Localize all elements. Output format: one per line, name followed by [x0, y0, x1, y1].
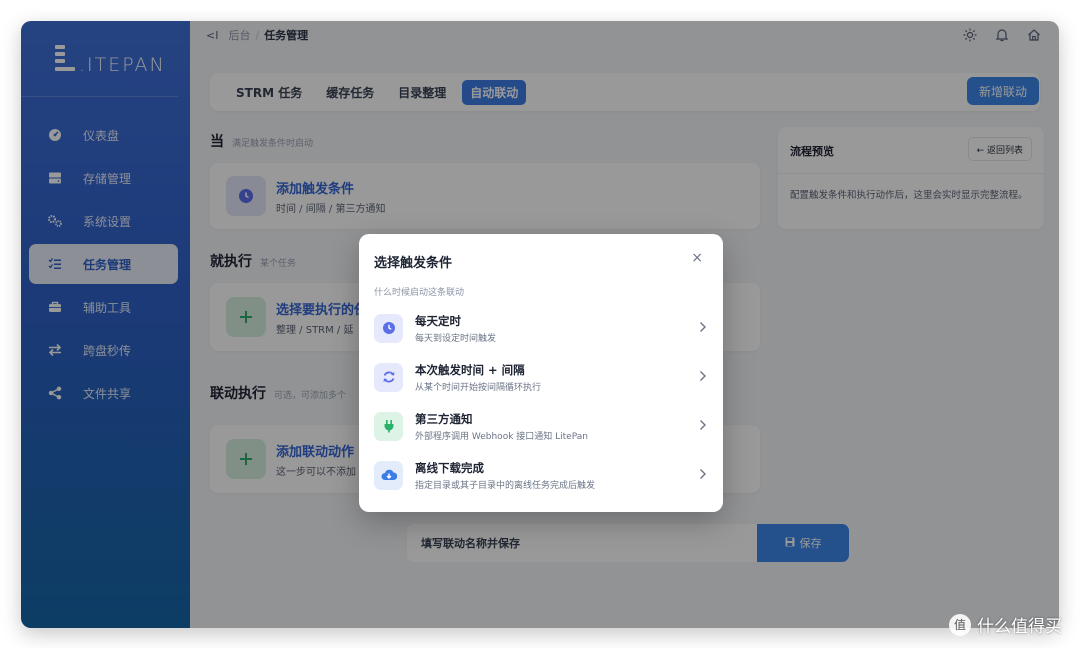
chevron-right-icon: [699, 321, 707, 337]
chevron-right-icon: [699, 419, 707, 435]
chevron-right-icon: [699, 370, 707, 386]
option-webhook[interactable]: 第三方通知 外部程序调用 Webhook 接口通知 LitePan: [359, 403, 723, 449]
cloud-download-icon: [374, 460, 403, 490]
modal-subtitle: 什么时候启动这条联动: [374, 288, 465, 298]
watermark: 值 什么值得买: [949, 612, 1062, 637]
option-daily-schedule[interactable]: 每天定时 每天到设定时间触发: [359, 305, 723, 351]
plug-icon: [374, 411, 403, 441]
option-subtitle: 从某个时间开始按间隔循环执行: [415, 382, 542, 393]
clock-icon: [374, 313, 403, 343]
option-subtitle: 指定目录或其子目录中的离线任务完成后触发: [415, 480, 596, 491]
option-offline-download[interactable]: 离线下载完成 指定目录或其子目录中的离线任务完成后触发: [359, 452, 723, 498]
option-title: 每天定时: [415, 313, 461, 328]
close-icon[interactable]: ×: [691, 250, 703, 266]
refresh-icon: [374, 362, 403, 392]
trigger-selection-modal: 选择触发条件 × 什么时候启动这条联动 每天定时 每天到设定时间触发 本次触发时…: [359, 234, 723, 512]
option-subtitle: 每天到设定时间触发: [415, 333, 497, 344]
watermark-logo: 值: [949, 613, 971, 636]
option-title: 本次触发时间 + 间隔: [415, 362, 525, 377]
option-subtitle: 外部程序调用 Webhook 接口通知 LitePan: [415, 431, 588, 442]
option-interval[interactable]: 本次触发时间 + 间隔 从某个时间开始按间隔循环执行: [359, 354, 723, 400]
option-title: 第三方通知: [415, 411, 473, 426]
chevron-right-icon: [699, 468, 707, 484]
modal-title: 选择触发条件: [374, 256, 453, 271]
option-title: 离线下载完成: [415, 460, 484, 475]
watermark-text: 什么值得买: [977, 617, 1062, 637]
